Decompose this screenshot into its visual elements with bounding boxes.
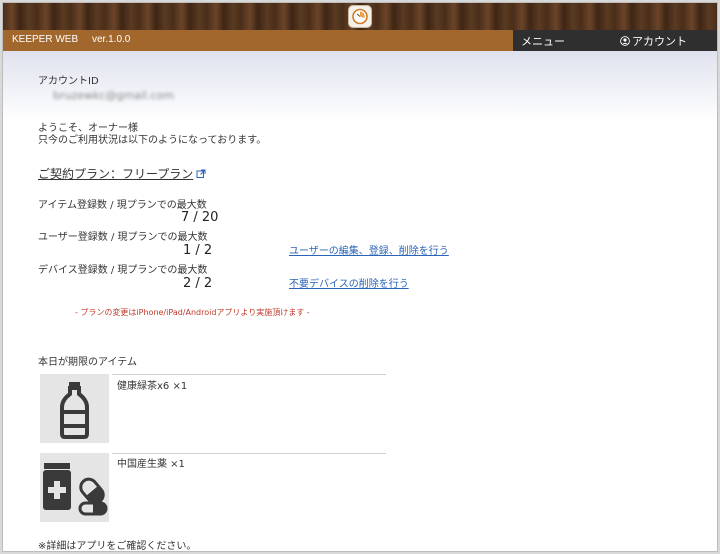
plan-change-notice: - プランの変更はiPhone/iPad/Androidアプリより実施頂けます …	[75, 308, 310, 317]
items-usage-value: 7 / 20	[181, 210, 219, 225]
account-button[interactable]: アカウント	[620, 33, 687, 49]
today-items-title: 本日が期限のアイテム	[38, 357, 137, 368]
account-label: アカウント	[632, 35, 687, 48]
user-circle-icon	[620, 36, 630, 46]
users-usage-label: ユーザー登録数 / 現プランでの最大数	[38, 232, 208, 243]
account-email: bruzewkc@gmail.com	[53, 89, 174, 102]
brand-name[interactable]: KEEPER WEB	[12, 34, 78, 45]
version-label: ver.1.0.0	[92, 34, 131, 45]
today-item-name[interactable]: 健康緑茶x6 ×1	[117, 377, 187, 392]
nav-right-panel: メニュー アカウント	[513, 30, 717, 51]
welcome-line-2: 只今のご利用状況は以下のようになっております。	[38, 135, 267, 146]
app-logo-clock-icon[interactable]	[349, 6, 371, 27]
plan-link[interactable]: ご契約プラン：フリープラン	[38, 165, 206, 182]
medicine-icon	[40, 453, 109, 522]
top-navbar: KEEPER WEB ver.1.0.0 メニュー アカウント	[3, 30, 717, 51]
delete-devices-link[interactable]: 不要デバイスの削除を行う	[289, 275, 409, 290]
account-id-label: アカウントID	[38, 76, 99, 87]
external-link-icon	[196, 169, 206, 178]
items-usage-label: アイテム登録数 / 現プランでの最大数	[38, 200, 207, 211]
page: KEEPER WEB ver.1.0.0 メニュー アカウント アカウントID …	[2, 2, 718, 552]
plan-label: ご契約プラン：フリープラン	[38, 167, 194, 181]
header-gradient	[3, 51, 717, 121]
users-usage-value: 1 / 2	[183, 243, 213, 258]
item-divider	[112, 374, 386, 375]
devices-usage-label: デバイス登録数 / 現プランでの最大数	[38, 265, 208, 276]
details-footer-note: ※詳細はアプリをご確認ください。	[38, 541, 197, 552]
edit-users-link[interactable]: ユーザーの編集、登録、削除を行う	[289, 242, 449, 257]
today-item-name[interactable]: 中国産生薬 ×1	[117, 455, 185, 470]
menu-button[interactable]: メニュー	[521, 33, 565, 49]
wood-header	[3, 3, 717, 30]
item-divider	[112, 453, 386, 454]
devices-usage-value: 2 / 2	[183, 276, 213, 291]
bottle-icon	[40, 374, 109, 443]
